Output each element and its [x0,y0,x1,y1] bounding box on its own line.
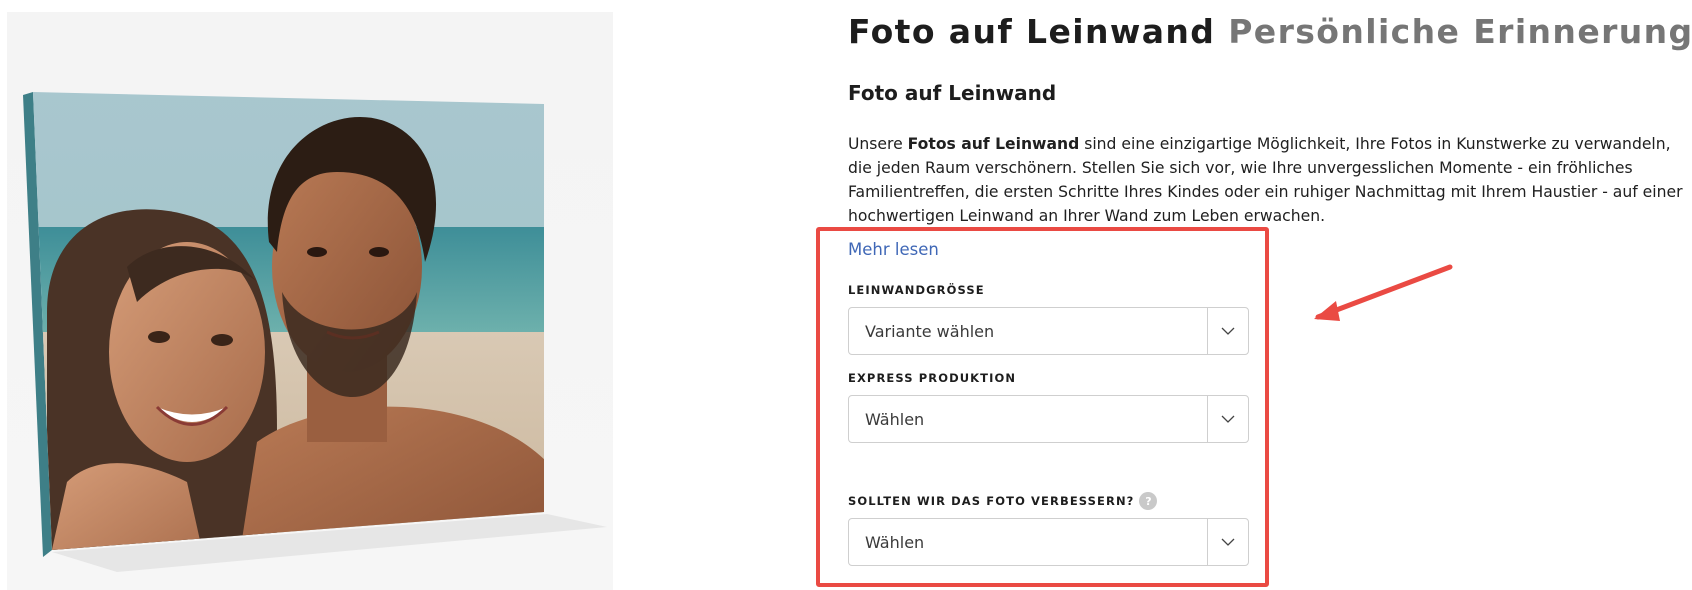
page-title-subtitle: Persönliche Erinnerungen [1228,12,1692,51]
improve-photo-select[interactable]: Wählen [848,518,1249,566]
improve-photo-label: SOLLTEN WIR DAS FOTO VERBESSERN? ? [848,492,1158,510]
question-circle-icon[interactable]: ? [1139,492,1158,510]
description-bold: Fotos auf Leinwand [907,135,1080,153]
improve-photo-label-text: SOLLTEN WIR DAS FOTO VERBESSERN? [848,494,1135,508]
chevron-down-icon [1221,327,1235,335]
improve-photo-dropdown-toggle[interactable] [1207,519,1248,565]
canvas-size-value: Variante wählen [865,321,995,341]
express-production-label-text: EXPRESS PRODUKTION [848,371,1017,385]
canvas-photo [23,92,607,572]
description-intro: Unsere [848,135,908,153]
arrow-icon [1314,264,1453,321]
express-production-label: EXPRESS PRODUKTION [848,371,1016,385]
express-production-dropdown-toggle[interactable] [1207,396,1248,442]
page-title: Foto auf Leinwand Persönliche Erinnerung… [848,12,1692,51]
chevron-down-icon [1221,538,1235,546]
canvas-size-select[interactable]: Variante wählen [848,307,1249,355]
canvas-size-dropdown-toggle[interactable] [1207,308,1248,354]
express-production-select[interactable]: Wählen [848,395,1249,443]
page-title-main: Foto auf Leinwand [848,12,1216,51]
product-page: Foto auf Leinwand Persönliche Erinnerung… [0,0,1692,590]
canvas-size-label-text: LEINWANDGRÖSSE [848,283,985,297]
read-more-link[interactable]: Mehr lesen [848,240,939,259]
canvas-size-label: LEINWANDGRÖSSE [848,283,985,297]
product-description: Unsere Fotos auf Leinwand sind eine einz… [848,132,1686,228]
chevron-down-icon [1221,415,1235,423]
improve-photo-value: Wählen [865,532,925,552]
section-heading: Foto auf Leinwand [848,81,1057,105]
express-production-value: Wählen [865,409,925,429]
product-image[interactable] [7,12,613,590]
